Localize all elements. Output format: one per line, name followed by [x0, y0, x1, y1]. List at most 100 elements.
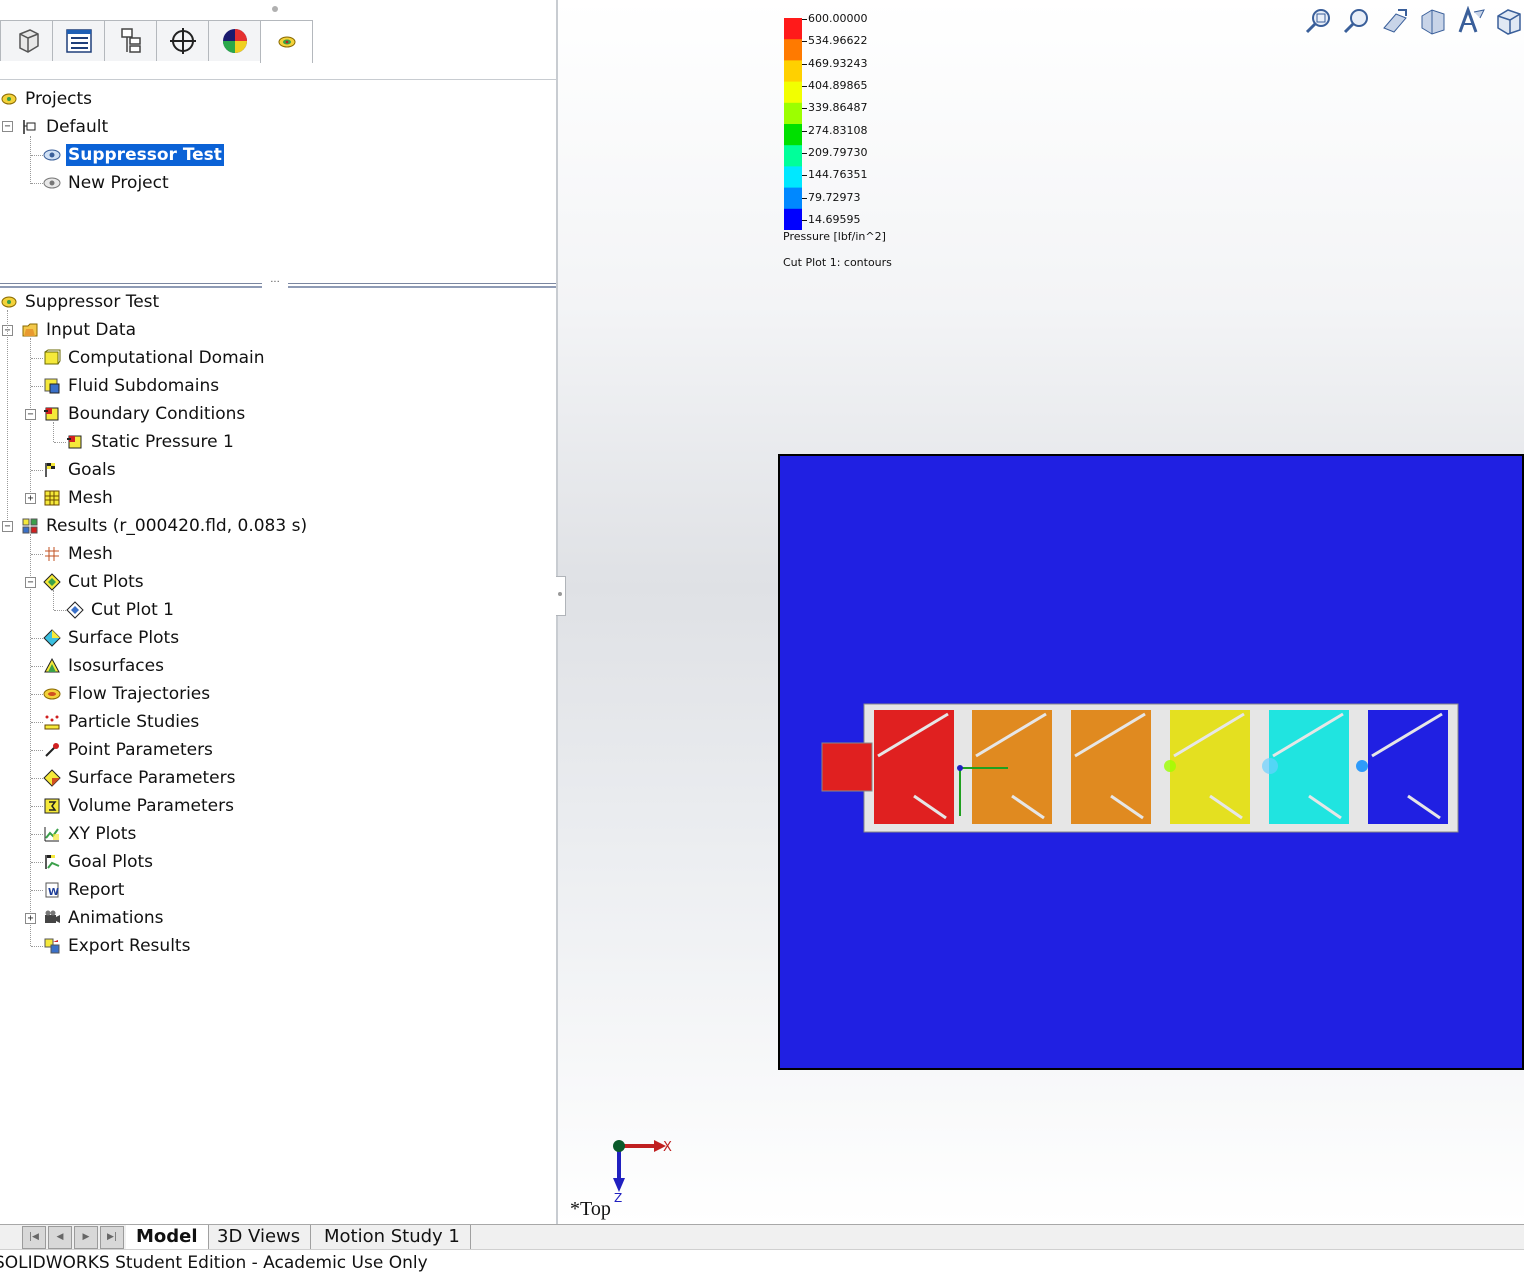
point-parameters-icon — [45, 743, 59, 757]
tree-item-fluid-subdomains[interactable]: Fluid Subdomains — [43, 373, 221, 399]
tree-item-xy-plots[interactable]: XY Plots — [43, 821, 138, 847]
flow-transition — [1356, 760, 1368, 772]
boundary-conditions-icon — [44, 407, 59, 421]
previous-view-icon[interactable] — [1380, 6, 1410, 36]
tree-label: Default — [46, 117, 109, 137]
tree-item-isosurfaces[interactable]: Isosurfaces — [43, 653, 166, 679]
feature-manager-tab[interactable] — [0, 20, 53, 61]
tree-label: New Project — [68, 173, 169, 193]
tree-item-static-pressure-1[interactable]: Static Pressure 1 — [66, 429, 236, 455]
tree-item-goal-plots[interactable]: Goal Plots — [43, 849, 155, 875]
tree-item-input-data[interactable]: Input Data — [21, 317, 138, 343]
tab-3d-views[interactable]: 3D Views — [207, 1225, 312, 1249]
tree-item-export-results[interactable]: Export Results — [43, 933, 192, 959]
tree-item-surface-parameters[interactable]: Surface Parameters — [43, 765, 237, 791]
collapse-toggle[interactable]: − — [2, 521, 13, 532]
collapse-toggle[interactable]: − — [2, 121, 13, 132]
particle-studies-icon — [44, 715, 60, 730]
expand-toggle[interactable]: + — [25, 493, 36, 504]
legend-subtitle: Cut Plot 1: contours — [783, 256, 892, 269]
tree-item-flow-trajectories[interactable]: Flow Trajectories — [43, 681, 212, 707]
legend-tick-label: 79.72973 — [802, 190, 861, 204]
triad-z-label: Z — [614, 1191, 622, 1205]
panel-collapse-tab[interactable] — [556, 576, 566, 616]
results-icon — [22, 518, 38, 534]
coordinate-triad: X Z — [613, 1140, 672, 1205]
goals-flag-icon — [45, 463, 55, 477]
baffle-wall — [962, 710, 970, 758]
configuration-manager-tab[interactable] — [104, 20, 157, 61]
baffle-chamber — [1368, 710, 1448, 824]
tree-label: Particle Studies — [68, 712, 200, 732]
tree-item-input-mesh[interactable]: Mesh — [43, 485, 115, 511]
tree-item-particle-studies[interactable]: Particle Studies — [43, 709, 201, 735]
baffle-chamber — [1071, 710, 1151, 824]
tree-item-suppressor-test[interactable]: Suppressor Test — [43, 142, 224, 168]
last-tab-icon[interactable]: ▶| — [100, 1226, 124, 1249]
status-bar: SOLIDWORKS Student Edition - Academic Us… — [0, 1249, 1524, 1273]
tree-item-surface-plots[interactable]: Surface Plots — [43, 625, 181, 651]
baffle-wall — [1061, 782, 1069, 824]
panel-grip[interactable] — [272, 6, 278, 12]
next-tab-icon[interactable]: ▶ — [74, 1226, 98, 1249]
prev-tab-icon[interactable]: ◀ — [48, 1226, 72, 1249]
cut-plot-contour[interactable] — [778, 454, 1524, 1070]
legend-tick-label: 144.76351 — [802, 168, 868, 182]
input-data-icon — [22, 323, 38, 337]
section-view-icon[interactable] — [1418, 6, 1448, 36]
tab-model[interactable]: Model — [126, 1225, 209, 1249]
mesh-icon — [44, 490, 60, 506]
tree-item-results-mesh[interactable]: Mesh — [43, 541, 115, 567]
collapse-toggle[interactable]: − — [25, 409, 36, 420]
tree-item-project-root[interactable]: Suppressor Test — [0, 289, 161, 315]
tree-item-goals[interactable]: Goals — [43, 457, 118, 483]
heads-up-toolbar — [1304, 6, 1524, 36]
appearance-tab[interactable] — [208, 20, 261, 61]
tab-motion-study-1[interactable]: Motion Study 1 — [314, 1225, 471, 1249]
baffle-chamber — [1269, 710, 1349, 824]
view-orientation-icon[interactable] — [1456, 6, 1486, 36]
appearance-sphere-icon — [222, 29, 247, 53]
zoom-to-area-icon[interactable] — [1342, 6, 1372, 36]
tree-item-cut-plot-1[interactable]: Cut Plot 1 — [66, 597, 176, 623]
flow-transition — [1262, 758, 1278, 774]
zoom-to-fit-icon[interactable] — [1304, 6, 1334, 36]
tree-label: Goals — [68, 460, 116, 480]
dimxpert-tab[interactable] — [156, 20, 209, 61]
collapse-toggle[interactable]: − — [25, 577, 36, 588]
tree-label: Animations — [68, 908, 164, 928]
tree-label: Volume Parameters — [68, 796, 234, 816]
tree-item-cut-plots[interactable]: Cut Plots — [43, 569, 146, 595]
tree-item-projects[interactable]: Projects — [0, 86, 94, 112]
baffle-wall — [1160, 710, 1168, 758]
triad-x-label: X — [663, 1140, 672, 1155]
tree-item-point-parameters[interactable]: Point Parameters — [43, 737, 215, 763]
tree-label: Results (r_000420.fld, 0.083 s) — [46, 516, 308, 536]
tree-label: Report — [68, 880, 125, 900]
property-manager-tab[interactable] — [52, 20, 105, 61]
legend-swatch — [784, 208, 802, 230]
tree-item-report[interactable]: W Report — [43, 877, 126, 903]
export-results-icon — [44, 938, 60, 954]
legend-tick-label: 469.93243 — [802, 56, 868, 70]
display-style-icon[interactable] — [1494, 6, 1524, 36]
tree-label: Projects — [25, 89, 93, 109]
legend-tick-label: 534.96622 — [802, 34, 868, 48]
manager-toolbar — [0, 20, 313, 63]
tree-item-results[interactable]: Results (r_000420.fld, 0.083 s) — [21, 513, 309, 539]
tree-item-computational-domain[interactable]: Computational Domain — [43, 345, 267, 371]
tree-label: Surface Plots — [68, 628, 180, 648]
tree-label: Input Data — [46, 320, 137, 340]
tree-item-new-project[interactable]: New Project — [43, 170, 171, 196]
tree-item-volume-parameters[interactable]: Volume Parameters — [43, 793, 236, 819]
tree-item-default[interactable]: Default — [21, 114, 110, 140]
tree-item-animations[interactable]: Animations — [43, 905, 166, 931]
cut-plot-icon — [66, 601, 84, 619]
tree-label: Suppressor Test — [25, 292, 160, 312]
flow-simulation-tab[interactable] — [260, 20, 313, 63]
isosurface-icon — [44, 657, 60, 673]
xy-plot-icon — [44, 827, 59, 842]
expand-toggle[interactable]: + — [25, 913, 36, 924]
tree-item-boundary-conditions[interactable]: Boundary Conditions — [43, 401, 247, 427]
first-tab-icon[interactable]: |◀ — [22, 1226, 46, 1249]
